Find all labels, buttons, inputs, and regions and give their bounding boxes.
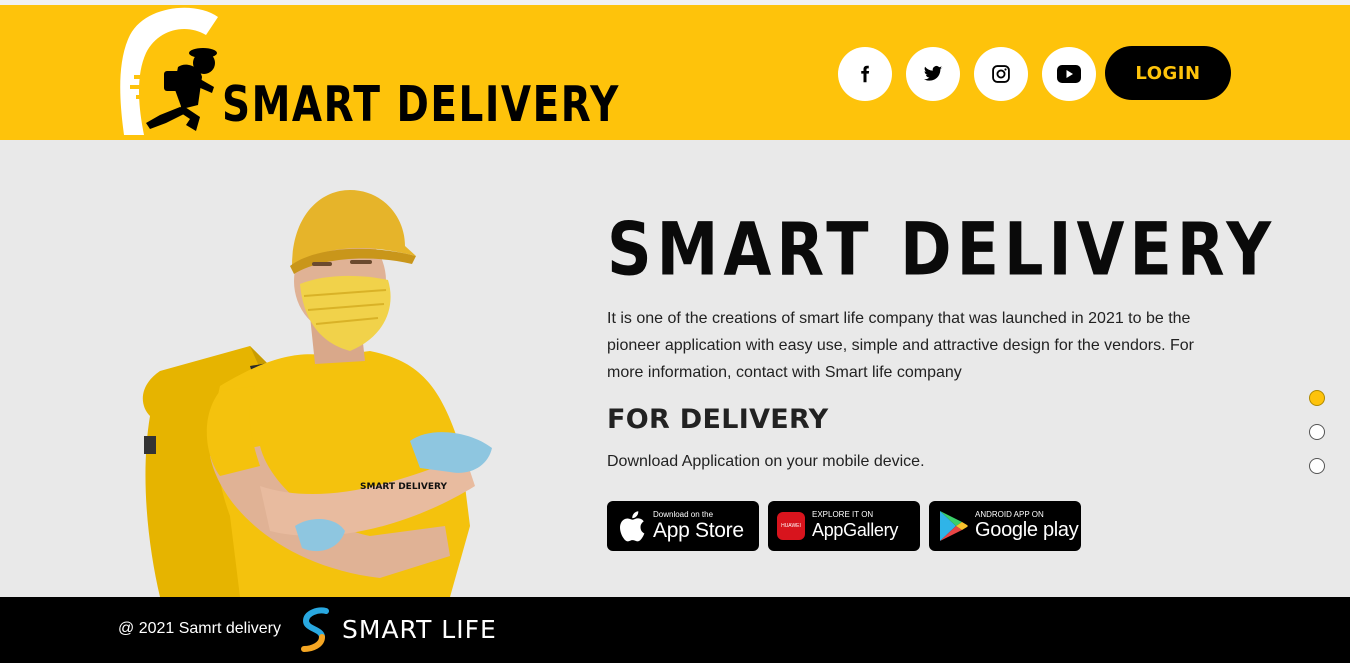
delivery-runner-logo-icon — [120, 7, 218, 136]
carousel-dot-2[interactable] — [1309, 424, 1325, 440]
site-logo[interactable]: SMART DELIVERY — [116, 5, 618, 140]
google-play-button[interactable]: ANDROID APP ON Google play — [929, 501, 1081, 551]
download-instruction: Download Application on your mobile devi… — [607, 453, 925, 470]
huawei-icon: HUAWEI — [777, 512, 805, 540]
for-delivery-heading: FOR DELIVERY — [607, 404, 829, 435]
twitter-icon — [923, 66, 943, 81]
logo-text: SMART DELIVERY — [222, 77, 620, 134]
apple-icon — [620, 511, 645, 542]
google-play-label: Google play — [975, 519, 1079, 541]
hero-title: SMART DELIVERY — [607, 206, 1277, 293]
youtube-link[interactable] — [1042, 47, 1096, 101]
social-links — [838, 47, 1096, 101]
app-gallery-label: AppGallery — [812, 520, 899, 540]
huawei-badge-text: HUAWEI — [781, 523, 801, 529]
google-play-small-text: ANDROID APP ON — [975, 510, 1044, 519]
smart-life-logo-icon — [301, 607, 329, 652]
google-play-icon — [940, 511, 968, 541]
twitter-link[interactable] — [906, 47, 960, 101]
copyright-text: @ 2021 Samrt delivery — [118, 620, 281, 637]
hero-section: SMART DELIVERY SMART DELIVERY It is one … — [0, 140, 1350, 597]
smart-life-brand-text[interactable]: SMART LIFE — [342, 615, 497, 644]
shirt-logo-text: SMART DELIVERY — [360, 482, 447, 492]
carousel-indicators — [1309, 390, 1325, 474]
youtube-icon — [1057, 65, 1081, 83]
hero-description: It is one of the creations of smart life… — [607, 310, 1194, 381]
app-store-small-text: Download on the — [653, 510, 714, 519]
facebook-icon — [861, 65, 870, 83]
app-gallery-small-text: EXPLORE IT ON — [812, 510, 874, 519]
site-footer: @ 2021 Samrt delivery SMART LIFE — [0, 597, 1350, 663]
instagram-icon — [992, 65, 1010, 83]
instagram-link[interactable] — [974, 47, 1028, 101]
carousel-dot-3[interactable] — [1309, 458, 1325, 474]
app-gallery-button[interactable]: HUAWEI EXPLORE IT ON AppGallery — [768, 501, 920, 551]
carousel-dot-1[interactable] — [1309, 390, 1325, 406]
store-badges: Download on the App Store HUAWEI EXPLORE… — [607, 501, 1081, 551]
delivery-courier-image: SMART DELIVERY — [142, 190, 492, 597]
app-store-button[interactable]: Download on the App Store — [607, 501, 759, 551]
app-store-label: App Store — [653, 519, 744, 542]
login-button[interactable]: LOGIN — [1105, 46, 1231, 100]
facebook-link[interactable] — [838, 47, 892, 101]
site-header: SMART DELIVERY LOGIN — [0, 5, 1350, 140]
